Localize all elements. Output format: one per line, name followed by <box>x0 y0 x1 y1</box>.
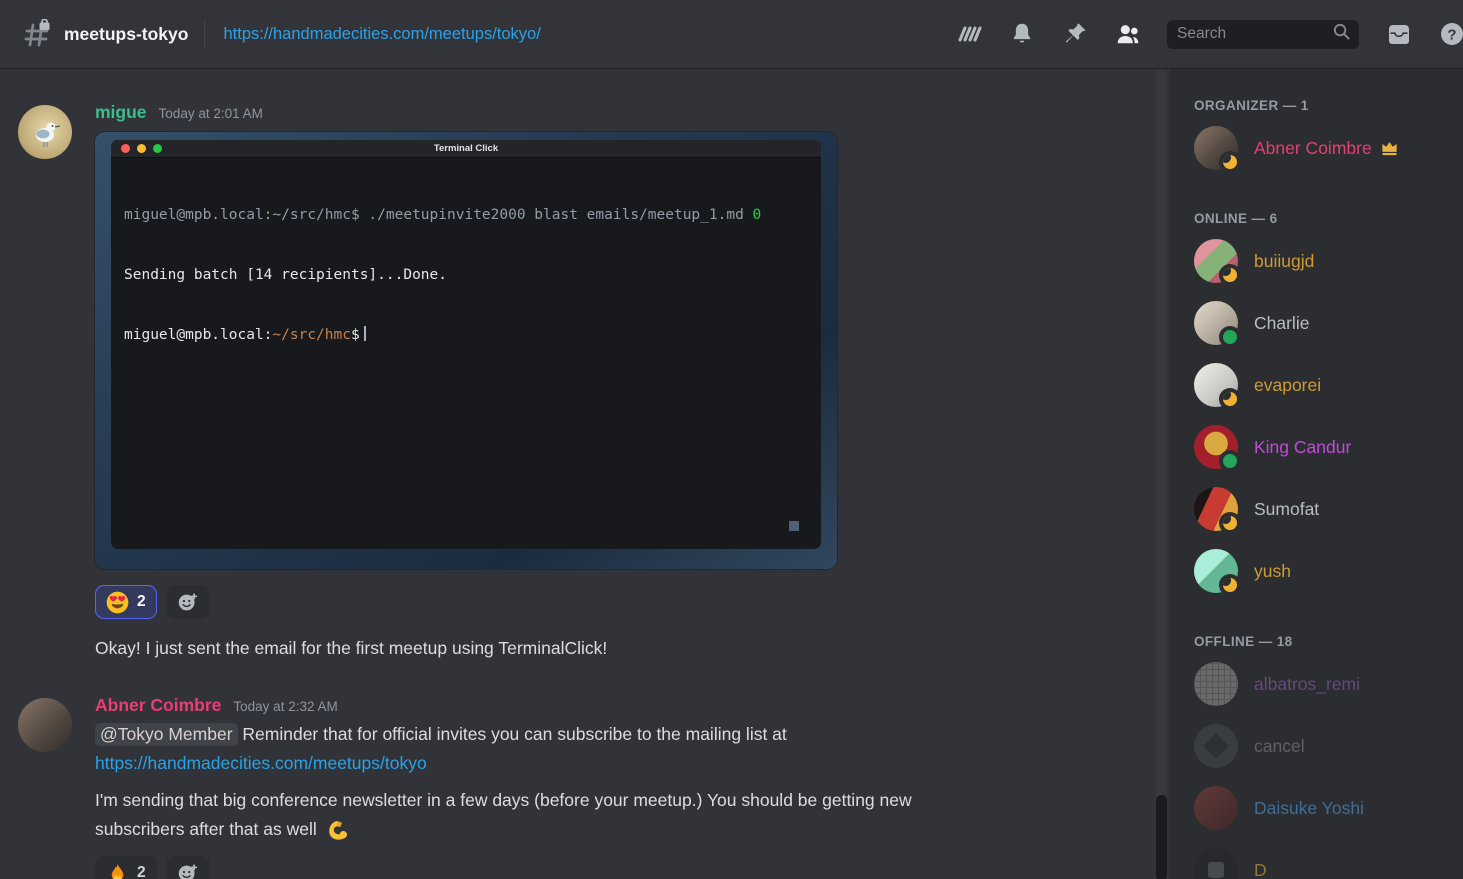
status-idle-icon <box>1219 151 1241 173</box>
avatar <box>1194 363 1238 407</box>
terminal-title: Terminal Click <box>111 143 821 154</box>
avatar[interactable] <box>18 105 72 159</box>
status-idle-icon <box>1219 574 1241 596</box>
header-divider <box>204 20 205 48</box>
message-text: @Tokyo Member Reminder that for official… <box>95 720 975 778</box>
help-icon[interactable]: ? <box>1438 21 1463 48</box>
message-text: I'm sending that big conference newslett… <box>95 786 975 844</box>
member-row-charlie[interactable]: Charlie <box>1194 292 1455 354</box>
svg-text:?: ? <box>1447 27 1456 44</box>
member-name: buiiugjd <box>1254 251 1314 272</box>
member-row-daisuke-yoshi[interactable]: Daisuke Yoshi <box>1194 777 1455 839</box>
message-group-abner: Abner Coimbre Today at 2:32 AM @Tokyo Me… <box>18 695 1140 879</box>
section-label-organizer: ORGANIZER — 1 <box>1194 98 1455 113</box>
crown-icon <box>1380 138 1399 159</box>
add-reaction-button[interactable] <box>166 856 210 879</box>
message-timestamp: Today at 2:01 AM <box>159 106 263 121</box>
member-name: Daisuke Yoshi <box>1254 798 1364 819</box>
member-row-sumofat[interactable]: Sumofat <box>1194 478 1455 540</box>
terminal-cursor <box>364 326 366 341</box>
message-link[interactable]: https://handmadecities.com/meetups/tokyo <box>95 753 427 773</box>
reactions-row: 2 <box>95 585 1140 619</box>
heart-eyes-emoji <box>106 591 129 614</box>
pin-icon[interactable] <box>1061 21 1088 48</box>
avatar[interactable] <box>18 698 72 752</box>
avatar <box>1194 301 1238 345</box>
member-name: cancel <box>1254 736 1305 757</box>
image-attachment-terminal[interactable]: Terminal Click miguel@mpb.local:~/src/hm… <box>95 132 837 569</box>
avatar <box>1194 487 1238 531</box>
message-text: Okay! I just sent the email for the firs… <box>95 634 975 663</box>
reaction-count: 2 <box>137 593 146 611</box>
message-author[interactable]: Abner Coimbre <box>95 695 221 716</box>
terminal-line: miguel@mpb.local:~/src/hmc$ <box>124 325 808 345</box>
member-name: Sumofat <box>1254 499 1319 520</box>
member-row-abner[interactable]: Abner Coimbre <box>1194 117 1455 179</box>
member-row-partial[interactable]: D <box>1194 839 1455 879</box>
avatar <box>1194 425 1238 469</box>
avatar <box>1194 549 1238 593</box>
status-online-icon <box>1219 450 1241 472</box>
bird-avatar-art <box>18 105 72 159</box>
avatar <box>1194 126 1238 170</box>
fire-emoji <box>106 862 129 879</box>
chat-scrollbar-thumb[interactable] <box>1156 795 1167 879</box>
inbox-icon[interactable] <box>1385 21 1412 48</box>
message-group-migue: migue Today at 2:01 AM Terminal Click m <box>18 102 1140 663</box>
reaction-fire[interactable]: 2 <box>95 856 157 879</box>
reactions-row: 2 <box>95 856 1140 879</box>
member-name: Abner Coimbre <box>1254 138 1372 159</box>
chat-area: migue Today at 2:01 AM Terminal Click m <box>0 68 1170 879</box>
member-row-buiiugjd[interactable]: buiiugjd <box>1194 230 1455 292</box>
avatar <box>1194 662 1238 706</box>
member-name: yush <box>1254 561 1291 582</box>
members-icon[interactable] <box>1114 21 1141 48</box>
status-idle-icon <box>1219 512 1241 534</box>
channel-topic-link[interactable]: https://handmadecities.com/meetups/tokyo… <box>223 25 540 44</box>
section-label-offline: OFFLINE — 18 <box>1194 634 1455 649</box>
member-name: albatros_remi <box>1254 674 1360 695</box>
message-timestamp: Today at 2:32 AM <box>233 699 337 714</box>
status-idle-icon <box>1219 388 1241 410</box>
member-list: ORGANIZER — 1 Abner Coimbre ONLINE — 6 b… <box>1170 68 1463 879</box>
avatar <box>1194 239 1238 283</box>
channel-name: meetups-tokyo <box>64 24 188 45</box>
terminal-screen: miguel@mpb.local:~/src/hmc$ ./meetupinvi… <box>111 158 821 549</box>
avatar <box>1194 786 1238 830</box>
member-row-cancel[interactable]: cancel <box>1194 715 1455 777</box>
member-row-albatros-remi[interactable]: albatros_remi <box>1194 653 1455 715</box>
flexed-biceps-emoji <box>317 819 349 839</box>
member-row-king-candur[interactable]: King Candur <box>1194 416 1455 478</box>
bell-icon[interactable] <box>1008 21 1035 48</box>
role-mention[interactable]: @Tokyo Member <box>95 723 238 746</box>
member-name: evaporei <box>1254 375 1321 396</box>
channel-header: meetups-tokyo https://handmadecities.com… <box>0 0 1463 68</box>
section-label-online: ONLINE — 6 <box>1194 211 1455 226</box>
terminal-resize-grip <box>789 521 799 531</box>
search-box[interactable] <box>1167 20 1359 49</box>
avatar <box>1194 724 1238 768</box>
reaction-count: 2 <box>137 864 146 879</box>
terminal-line: Sending batch [14 recipients]...Done. <box>124 265 808 285</box>
member-row-evaporei[interactable]: evaporei <box>1194 354 1455 416</box>
chat-scrollbar-track[interactable] <box>1156 68 1167 879</box>
status-idle-icon <box>1219 264 1241 286</box>
search-input[interactable] <box>1177 25 1332 43</box>
avatar <box>1194 848 1238 879</box>
threads-icon[interactable] <box>955 21 982 48</box>
message-author[interactable]: migue <box>95 102 147 123</box>
member-name: King Candur <box>1254 437 1351 458</box>
add-reaction-button[interactable] <box>166 585 210 619</box>
search-icon <box>1332 22 1351 46</box>
terminal-titlebar: Terminal Click <box>111 140 821 158</box>
reaction-heart-eyes[interactable]: 2 <box>95 585 157 619</box>
member-name: Charlie <box>1254 313 1309 334</box>
hash-lock-icon <box>22 19 52 49</box>
terminal-line: miguel@mpb.local:~/src/hmc$ ./meetupinvi… <box>124 205 808 225</box>
member-row-yush[interactable]: yush <box>1194 540 1455 602</box>
terminal-window: Terminal Click miguel@mpb.local:~/src/hm… <box>111 140 821 549</box>
status-online-icon <box>1219 326 1241 348</box>
member-name: D <box>1254 860 1267 879</box>
